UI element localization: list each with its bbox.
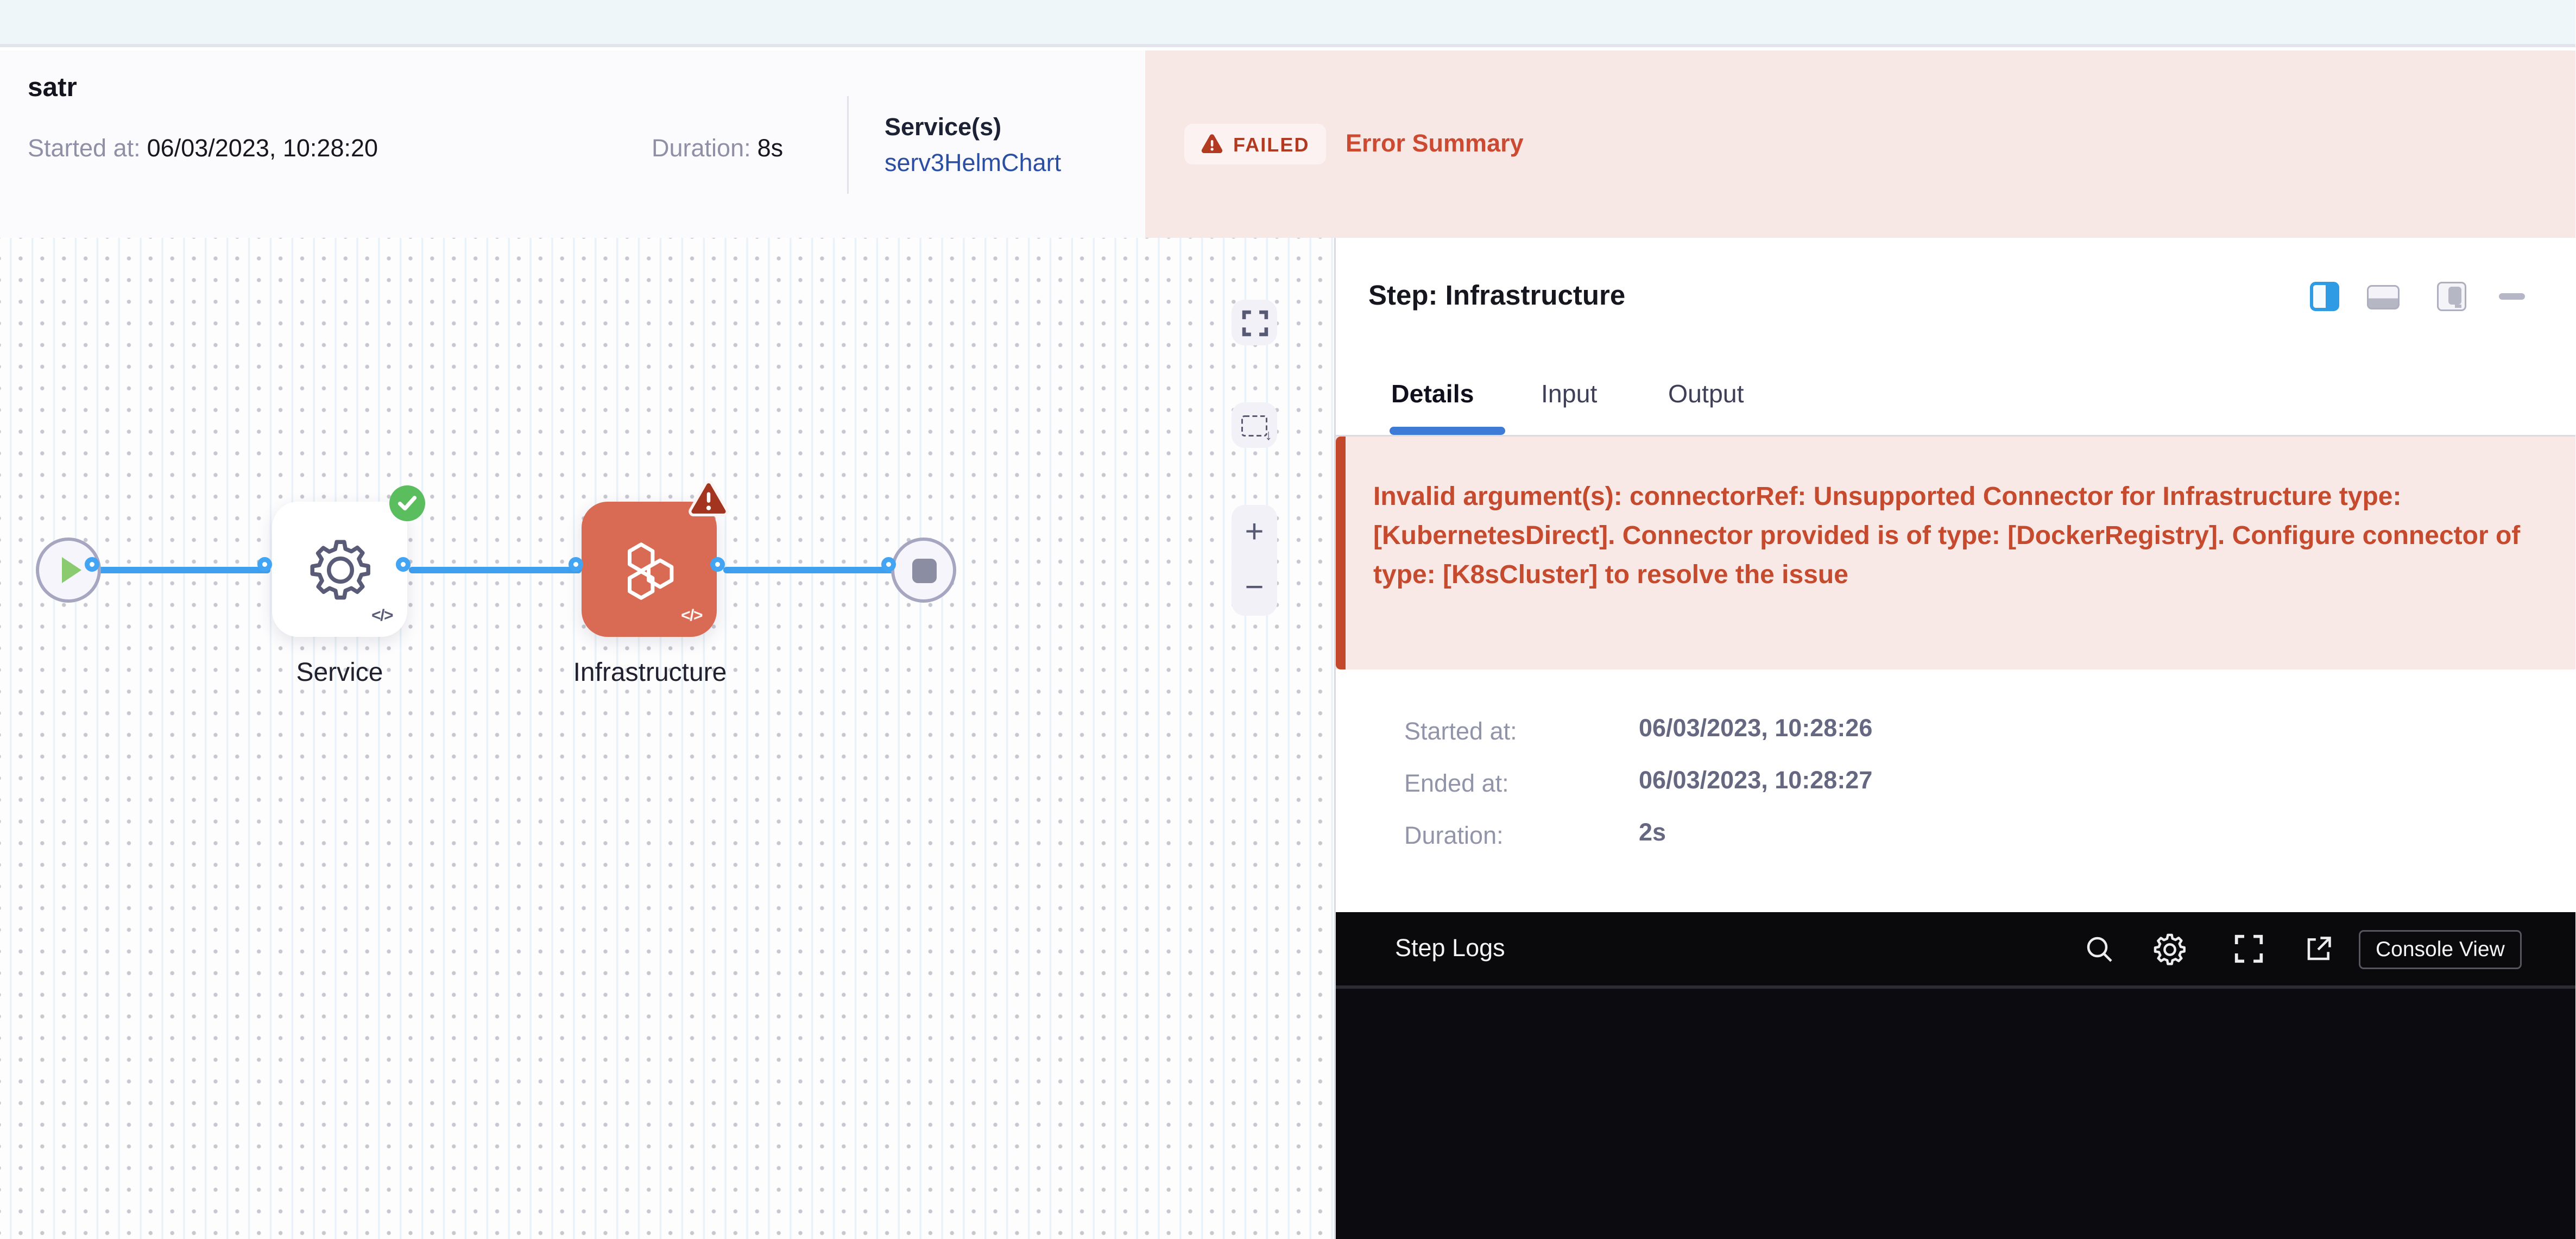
connector-port: [881, 557, 896, 572]
connector-port: [710, 557, 725, 572]
edge-infrastructure-to-end: [723, 567, 898, 573]
zoom-out-button[interactable]: −: [1245, 572, 1264, 604]
zoom-in-button[interactable]: +: [1245, 516, 1264, 549]
step-logs-bar: Step Logs Console View: [1336, 912, 2576, 985]
hexagons-icon: [618, 539, 680, 600]
connector-port: [396, 557, 411, 572]
detail-duration-label: Duration:: [1404, 823, 1504, 850]
panel-title: Step: Infrastructure: [1368, 280, 1625, 313]
started-at-row: Started at:06/03/2023, 10:28:20: [28, 135, 378, 163]
code-icon: </>: [371, 608, 393, 625]
app-root: satr Started at:06/03/2023, 10:28:20 Dur…: [0, 0, 2576, 1239]
layout-horizontal-split-icon[interactable]: [2367, 285, 2400, 309]
detail-started-value: 06/03/2023, 10:28:26: [1639, 715, 1872, 743]
detail-duration-value: 2s: [1639, 819, 1666, 847]
stop-icon: [912, 558, 936, 583]
layout-floating-panel-icon[interactable]: [2437, 282, 2466, 311]
status-badge-text: FAILED: [1233, 133, 1310, 156]
header-divider: [847, 96, 849, 194]
started-at-label: Started at:: [28, 135, 141, 163]
pipeline-canvas[interactable]: [0, 238, 1335, 1239]
play-icon: [62, 557, 81, 583]
connector-port: [257, 557, 272, 572]
gear-icon: [302, 532, 377, 607]
started-at-value: 06/03/2023, 10:28:20: [147, 135, 378, 163]
edge-service-to-infrastructure: [409, 567, 582, 573]
canvas-fullscreen-button[interactable]: [1232, 300, 1277, 345]
duration-label: Duration:: [652, 135, 751, 163]
duration-value: 8s: [757, 135, 784, 163]
failure-warning-icon: [686, 479, 731, 529]
tab-input[interactable]: Input: [1541, 381, 1597, 410]
log-settings-gear-icon[interactable]: [2151, 930, 2190, 969]
connector-port: [569, 557, 583, 572]
active-tab-underline: [1390, 427, 1505, 434]
success-check-icon: [389, 485, 425, 521]
detail-ended-value: 06/03/2023, 10:28:27: [1639, 767, 1872, 795]
service-link[interactable]: serv3HelmChart: [885, 150, 1061, 178]
canvas-marquee-select-button[interactable]: ↓: [1232, 402, 1277, 448]
marquee-select-icon: ↓: [1241, 415, 1267, 436]
error-box-stripe: [1336, 437, 1346, 669]
minimize-panel-icon[interactable]: [2499, 293, 2525, 299]
node-label-infrastructure: Infrastructure: [541, 660, 759, 689]
node-label-service: Service: [272, 660, 407, 689]
error-summary-link[interactable]: Error Summary: [1346, 124, 1524, 165]
logs-fullscreen-icon[interactable]: [2234, 933, 2265, 964]
edge-start-to-service: [98, 567, 270, 573]
error-message-text: Invalid argument(s): connectorRef: Unsup…: [1373, 479, 2523, 596]
duration-row: Duration:8s: [652, 135, 783, 163]
top-strip: [0, 0, 2576, 47]
connector-port: [85, 557, 99, 572]
step-logs-title: Step Logs: [1395, 935, 1505, 963]
detail-started-label: Started at:: [1404, 718, 1517, 746]
layout-vertical-split-icon[interactable]: [2310, 282, 2339, 311]
fullscreen-icon: [1241, 309, 1268, 337]
canvas-zoom-controls: + −: [1232, 505, 1277, 616]
code-icon: </>: [681, 608, 702, 625]
warning-triangle-icon: [1201, 134, 1223, 155]
marquee-arrow-glyph: ↓: [1265, 426, 1273, 442]
console-view-button[interactable]: Console View: [2359, 930, 2521, 969]
layout-floating-panel-dash: [2455, 305, 2461, 307]
layout-floating-panel-inner: [2448, 287, 2461, 305]
open-in-new-tab-icon[interactable]: [2304, 933, 2335, 964]
end-node[interactable]: [891, 538, 956, 603]
pipeline-name: satr: [28, 73, 77, 104]
search-icon[interactable]: [2086, 934, 2115, 964]
status-badge: FAILED: [1184, 124, 1326, 165]
tab-details[interactable]: Details: [1391, 381, 1474, 410]
step-logs-console-area[interactable]: [1336, 985, 2576, 1239]
services-label: Service(s): [885, 114, 1001, 142]
tab-output[interactable]: Output: [1668, 381, 1744, 410]
detail-ended-label: Ended at:: [1404, 770, 1509, 798]
node-service[interactable]: </>: [272, 502, 407, 637]
